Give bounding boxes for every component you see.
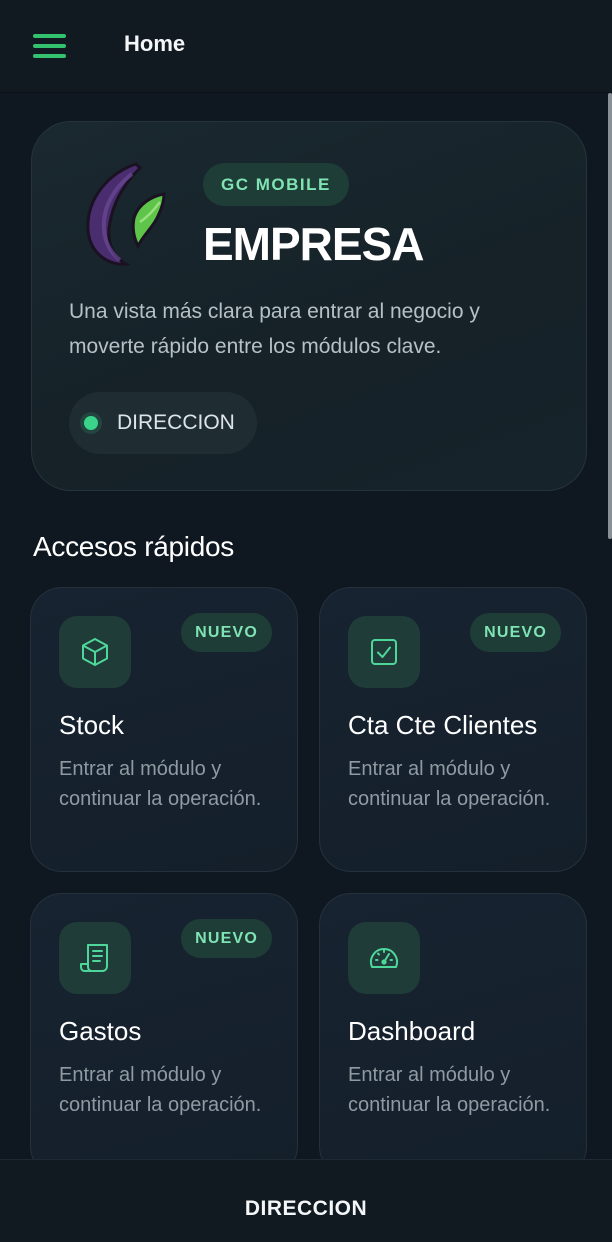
box-icon [59,616,131,688]
card-description: Entrar al módulo y continuar la operació… [59,1064,262,1116]
speedometer-icon [348,922,420,994]
new-badge: NUEVO [181,919,272,958]
hero-description: Una vista más clara para entrar al negoc… [69,300,480,358]
scrollbar[interactable] [608,93,612,539]
company-name: EMPRESA [203,218,424,270]
hamburger-menu-icon[interactable] [33,34,66,58]
quick-access-title: Accesos rápidos [33,531,234,562]
company-hero-card: GC MOBILE EMPRESA Una vista más clara pa… [31,121,587,491]
new-badge: NUEVO [470,613,561,652]
card-title: Stock [59,710,125,740]
role-pill: DIRECCION [69,392,257,454]
card-description: Entrar al módulo y continuar la operació… [348,758,551,810]
new-badge: NUEVO [181,613,272,652]
card-title: Dashboard [348,1016,476,1046]
receipt-icon [59,922,131,994]
module-card-stock[interactable]: NUEVO Stock Entrar al módulo y continuar… [30,587,298,872]
module-card-dashboard[interactable]: Dashboard Entrar al módulo y continuar l… [319,893,587,1178]
role-label: DIRECCION [117,411,235,434]
checkbox-icon [348,616,420,688]
card-description: Entrar al módulo y continuar la operació… [348,1064,551,1116]
card-description: Entrar al módulo y continuar la operació… [59,758,262,810]
brand-badge: GC MOBILE [203,163,349,206]
gc-logo [86,162,166,266]
bottom-bar: DIRECCION [0,1159,612,1242]
module-card-cta-cte-clientes[interactable]: NUEVO Cta Cte Clientes Entrar al módulo … [319,587,587,872]
page-title: Home [124,31,186,56]
status-dot-icon [84,416,98,430]
card-title: Gastos [59,1016,142,1046]
card-title: Cta Cte Clientes [348,710,538,740]
bottom-bar-label[interactable]: DIRECCION [0,1197,612,1221]
top-app-bar: Home [0,0,612,93]
module-card-gastos[interactable]: NUEVO Gastos Entrar al módulo y continua… [30,893,298,1178]
